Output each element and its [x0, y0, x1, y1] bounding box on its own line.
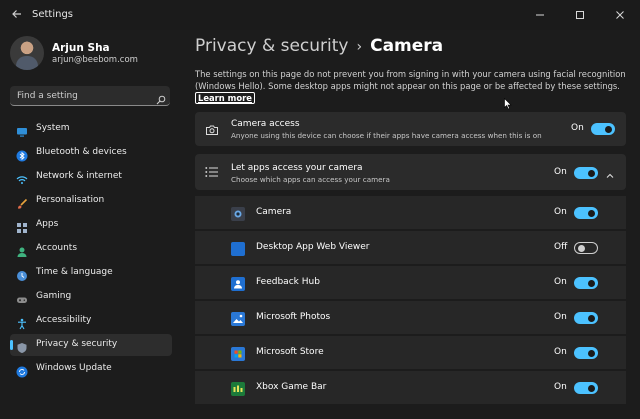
- user-name: Arjun Sha: [52, 42, 110, 54]
- app-row-xbox-game-bar: Xbox Game Bar On: [195, 371, 626, 404]
- sidebar-item-label: Apps: [36, 219, 59, 229]
- apps-access-toggle[interactable]: [574, 167, 598, 179]
- sidebar-item-bluetooth-devices[interactable]: Bluetooth & devices: [10, 142, 172, 164]
- app-name: Microsoft Photos: [256, 312, 331, 322]
- wifi-icon: [16, 171, 28, 184]
- back-arrow-icon[interactable]: [10, 8, 24, 22]
- app-name: Desktop App Web Viewer: [256, 242, 370, 252]
- sidebar-item-label: Gaming: [36, 291, 72, 301]
- camera-app-icon: [231, 206, 245, 221]
- search-icon[interactable]: [156, 90, 166, 105]
- app-row-camera: Camera On: [195, 196, 626, 229]
- sidebar-item-gaming[interactable]: Gaming: [10, 286, 172, 308]
- photos-app-toggle[interactable]: [574, 312, 598, 324]
- sidebar-item-windows-update[interactable]: Windows Update: [10, 358, 172, 380]
- main-content: Privacy & security › Camera The settings o…: [182, 30, 640, 419]
- camera-icon: [205, 122, 219, 136]
- minimize-button[interactable]: [520, 0, 560, 30]
- apps-access-title: Let apps access your camera: [231, 163, 363, 173]
- apps-grid-icon: [16, 219, 28, 233]
- sidebar-item-personalisation[interactable]: Personalisation: [10, 190, 172, 212]
- app-name: Camera: [256, 207, 292, 217]
- app-state: On: [554, 277, 567, 287]
- avatar[interactable]: [10, 36, 44, 70]
- xbox-game-bar-app-toggle[interactable]: [574, 382, 598, 394]
- apps-access-subtitle: Choose which apps can access your camera: [231, 175, 390, 184]
- bluetooth-icon: [16, 147, 28, 162]
- maximize-button[interactable]: [560, 0, 600, 30]
- web-viewer-app-toggle[interactable]: [574, 242, 598, 254]
- accessibility-icon: [16, 315, 28, 330]
- person-icon: [16, 243, 28, 257]
- globe-clock-icon: [16, 267, 28, 281]
- sidebar-item-label: Accessibility: [36, 315, 92, 325]
- monitor-icon: [16, 123, 28, 137]
- user-email: arjun@beebom.com: [52, 55, 138, 65]
- app-state: On: [554, 207, 567, 217]
- camera-access-toggle[interactable]: [591, 123, 615, 135]
- sidebar-item-label: Privacy & security: [36, 339, 118, 349]
- sidebar-item-accessibility[interactable]: Accessibility: [10, 310, 172, 332]
- app-row-desktop-app-web-viewer: Desktop App Web Viewer Off: [195, 231, 626, 264]
- list-icon: [205, 164, 219, 178]
- sidebar-item-label: Windows Update: [36, 363, 112, 373]
- app-state: On: [554, 382, 567, 392]
- sidebar-nav: System Bluetooth & devices Network & int…: [10, 118, 172, 382]
- feedback-hub-app-toggle[interactable]: [574, 277, 598, 289]
- app-row-microsoft-photos: Microsoft Photos On: [195, 301, 626, 334]
- app-name: Microsoft Store: [256, 347, 324, 357]
- sidebar-item-label: Network & internet: [36, 171, 122, 181]
- app-name: Feedback Hub: [256, 277, 320, 287]
- app-state: On: [554, 347, 567, 357]
- app-row-microsoft-store: Microsoft Store On: [195, 336, 626, 369]
- search-box[interactable]: [10, 86, 170, 106]
- learn-more-link[interactable]: Learn more: [195, 92, 255, 104]
- sidebar-item-label: Personalisation: [36, 195, 105, 205]
- close-button[interactable]: [600, 0, 640, 30]
- camera-access-state: On: [571, 123, 584, 133]
- camera-access-subtitle: Anyone using this device can choose if t…: [231, 131, 542, 140]
- web-viewer-app-icon: [231, 241, 245, 256]
- shield-icon: [16, 339, 28, 353]
- photos-app-icon: [231, 311, 245, 326]
- sidebar-item-label: System: [36, 123, 70, 133]
- xbox-game-bar-app-icon: [231, 381, 245, 396]
- mouse-cursor-icon: [504, 95, 512, 110]
- app-row-feedback-hub: Feedback Hub On: [195, 266, 626, 299]
- sidebar-item-privacy-security[interactable]: Privacy & security: [10, 334, 172, 356]
- sidebar-item-network-internet[interactable]: Network & internet: [10, 166, 172, 188]
- store-app-icon: [231, 346, 245, 361]
- app-name: Xbox Game Bar: [256, 382, 327, 392]
- brush-icon: [16, 195, 28, 209]
- app-state: On: [554, 312, 567, 322]
- feedback-hub-app-icon: [231, 276, 245, 291]
- chevron-up-icon[interactable]: [605, 166, 615, 178]
- sidebar-item-system[interactable]: System: [10, 118, 172, 140]
- sidebar-item-accounts[interactable]: Accounts: [10, 238, 172, 260]
- app-state: Off: [554, 242, 568, 252]
- title-bar: Settings: [0, 0, 640, 30]
- sidebar: Arjun Sha arjun@beebom.com System Blueto…: [0, 30, 182, 419]
- camera-access-title: Camera access: [231, 119, 300, 129]
- sidebar-item-apps[interactable]: Apps: [10, 214, 172, 236]
- camera-access-card: Camera access Anyone using this device c…: [195, 112, 626, 146]
- update-icon: [16, 363, 28, 378]
- search-input[interactable]: [17, 86, 147, 105]
- camera-app-toggle[interactable]: [574, 207, 598, 219]
- store-app-toggle[interactable]: [574, 347, 598, 359]
- breadcrumb: Privacy & security › Camera: [195, 36, 443, 56]
- page-description: The settings on this page do not prevent…: [195, 68, 635, 104]
- page-title: Camera: [370, 36, 444, 56]
- sidebar-item-label: Bluetooth & devices: [36, 147, 127, 157]
- apps-access-card[interactable]: Let apps access your camera Choose which…: [195, 154, 626, 190]
- description-text: The settings on this page do not prevent…: [195, 69, 626, 91]
- sidebar-item-label: Time & language: [36, 267, 113, 277]
- breadcrumb-parent[interactable]: Privacy & security: [195, 36, 349, 56]
- window-title: Settings: [32, 9, 74, 20]
- sidebar-item-time-language[interactable]: Time & language: [10, 262, 172, 284]
- breadcrumb-separator: ›: [356, 39, 363, 55]
- gamepad-icon: [16, 291, 28, 303]
- apps-access-state: On: [554, 167, 567, 177]
- sidebar-item-label: Accounts: [36, 243, 78, 253]
